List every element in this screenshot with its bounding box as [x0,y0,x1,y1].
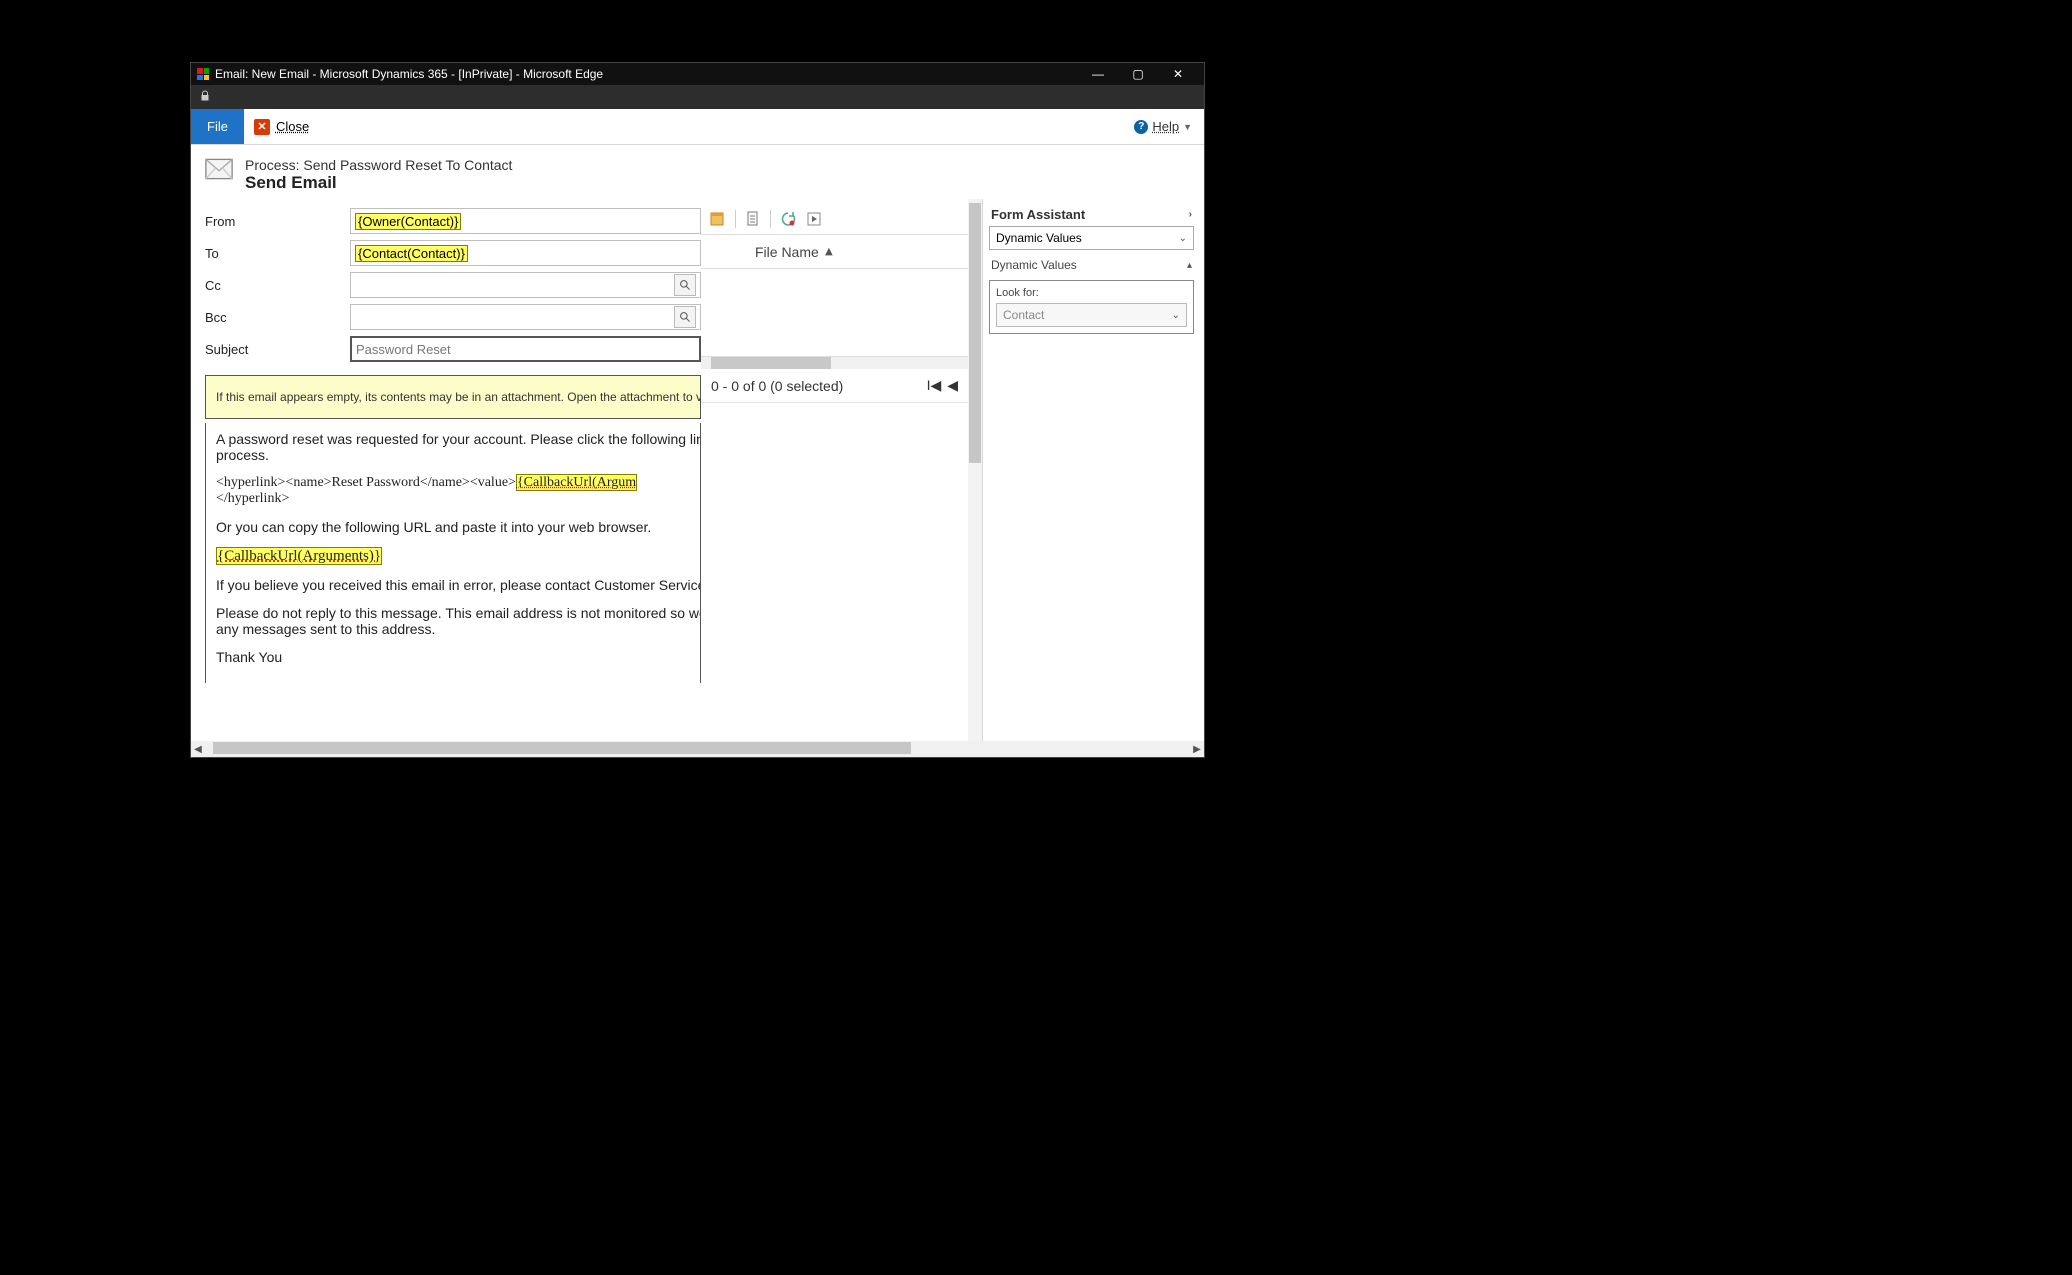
prev-page-icon[interactable]: ◀ [947,377,958,394]
action-title: Send Email [245,173,512,193]
file-label: File [207,119,228,134]
titlebar: Email: New Email - Microsoft Dynamics 36… [191,63,1204,85]
paging-buttons[interactable]: I◀ ◀ [927,377,958,394]
file-status-row: 0 - 0 of 0 (0 selected) I◀ ◀ [701,369,968,403]
email-form: From {Owner(Contact)} To {Contact(Contac… [191,199,701,741]
scroll-right-icon[interactable]: ▶ [1190,744,1204,755]
scroll-left-icon[interactable]: ◀ [191,744,205,755]
lookfor-box: Look for: Contact ⌄ [989,280,1194,334]
help-icon: ? [1134,120,1148,134]
close-window-button[interactable]: ✕ [1158,63,1198,85]
subject-label: Subject [205,342,350,357]
cc-label: Cc [205,278,350,293]
vertical-scrollbar[interactable] [968,199,982,741]
subject-value: Password Reset [356,342,451,357]
to-slug: {Contact(Contact)} [355,245,468,262]
refresh-icon[interactable] [779,210,797,228]
mail-icon [205,157,233,184]
sort-asc-icon: ▶ [823,248,834,256]
assistant-title: Form Assistant [991,207,1085,222]
form-header: Process: Send Password Reset To Contact … [191,145,1204,199]
horizontal-scrollbar[interactable]: ◀ ▶ [191,741,1204,757]
minimize-button[interactable]: — [1078,63,1118,85]
file-status: 0 - 0 of 0 (0 selected) [711,378,843,394]
callback-slug-2: {CallbackUrl(Arguments)} [216,547,382,565]
assistant-collapse-icon[interactable]: › [1189,209,1192,220]
file-list-header[interactable]: File Name ▶ [701,235,968,269]
ribbon: File ✕ Close ? Help ▼ [191,109,1204,145]
cc-lookup-button[interactable] [674,274,696,296]
first-page-icon[interactable]: I◀ [927,377,942,394]
play-icon[interactable] [805,210,823,228]
edge-window: Email: New Email - Microsoft Dynamics 36… [190,62,1205,758]
to-label: To [205,246,350,261]
empty-notice: If this email appears empty, its content… [205,375,701,419]
from-slug: {Owner(Contact)} [355,213,461,230]
cc-input[interactable] [350,272,701,298]
file-name-header: File Name [755,244,819,260]
close-label: Close [276,119,309,134]
address-bar [191,85,1204,109]
close-button[interactable]: ✕ Close [244,109,319,144]
lookfor-select[interactable]: Contact ⌄ [996,303,1187,327]
chevron-down-icon: ▼ [1183,122,1192,132]
to-input[interactable]: {Contact(Contact)} [350,240,701,266]
maximize-button[interactable]: ▢ [1118,63,1158,85]
dynamics-icon [197,68,209,80]
file-button[interactable]: File [191,109,244,144]
file-list-empty [701,269,968,357]
attachments-toolbar [701,203,968,235]
process-title: Process: Send Password Reset To Contact [245,157,512,173]
close-icon: ✕ [254,119,270,135]
bcc-input[interactable] [350,304,701,330]
lock-icon [199,90,211,105]
help-button[interactable]: ? Help ▼ [1122,109,1204,144]
assistant-sub-label: Dynamic Values [991,258,1077,272]
assistant-mode-select[interactable]: Dynamic Values ⌄ [989,226,1194,250]
from-input[interactable]: {Owner(Contact)} [350,208,701,234]
new-attach-icon[interactable] [709,210,727,228]
chevron-down-icon: ⌄ [1179,233,1187,244]
lookfor-label: Look for: [996,287,1187,299]
email-body[interactable]: A password reset was requested for your … [205,423,701,683]
file-hscroll[interactable] [701,357,968,369]
bcc-label: Bcc [205,310,350,325]
window-title: Email: New Email - Microsoft Dynamics 36… [215,67,603,81]
help-label: Help [1152,119,1179,134]
chevron-down-icon: ⌄ [1172,310,1180,321]
callback-slug-1: {CallbackUrl(Argum [516,474,637,491]
form-assistant: Form Assistant › Dynamic Values ⌄ Dynami… [982,199,1200,741]
attach-doc-icon[interactable] [744,210,762,228]
section-collapse-icon[interactable]: ▴ [1187,260,1192,271]
subject-input[interactable]: Password Reset [350,336,701,362]
from-label: From [205,214,350,229]
attachments-panel: File Name ▶ 0 - 0 of 0 (0 selected) I◀ ◀ [701,199,968,741]
bcc-lookup-button[interactable] [674,306,696,328]
